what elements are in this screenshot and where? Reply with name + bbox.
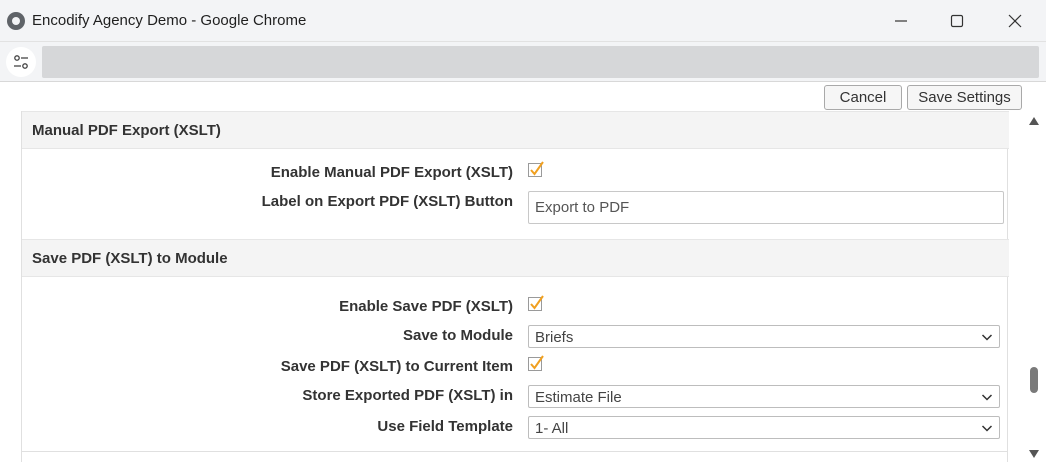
close-button[interactable] xyxy=(992,6,1038,36)
maximize-icon xyxy=(950,14,964,28)
chrome-icon xyxy=(7,12,25,30)
field-template-select[interactable]: 1- All xyxy=(528,416,1000,439)
chevron-down-icon xyxy=(981,334,993,341)
address-bar[interactable] xyxy=(42,46,1039,78)
chevron-down-icon xyxy=(981,394,993,401)
export-button-label-input[interactable] xyxy=(528,191,1004,224)
close-icon xyxy=(1008,14,1022,28)
scrollbar-track[interactable] xyxy=(1027,113,1041,462)
enable-manual-pdf-checkbox[interactable] xyxy=(528,161,544,177)
enable-save-pdf-label: Enable Save PDF (XSLT) xyxy=(339,298,513,315)
save-to-module-select[interactable]: Briefs xyxy=(528,325,1000,348)
select-value: Briefs xyxy=(535,329,574,346)
window-title: Encodify Agency Demo - Google Chrome xyxy=(32,12,307,29)
tune-icon xyxy=(14,55,28,69)
maximize-button[interactable] xyxy=(934,6,980,36)
minimize-icon xyxy=(895,20,907,22)
export-button-label-label: Label on Export PDF (XSLT) Button xyxy=(261,193,513,210)
enable-save-pdf-checkbox[interactable] xyxy=(528,295,544,311)
panel-divider xyxy=(21,451,1008,452)
site-settings-button[interactable] xyxy=(6,47,36,77)
minimize-button[interactable] xyxy=(878,6,924,36)
scrollbar-thumb[interactable] xyxy=(1030,367,1038,393)
section-title: Manual PDF Export (XSLT) xyxy=(32,122,221,139)
scroll-up-arrow-icon[interactable] xyxy=(1028,115,1040,127)
enable-manual-pdf-label: Enable Manual PDF Export (XSLT) xyxy=(270,164,513,181)
select-value: Estimate File xyxy=(535,389,622,406)
section-header-save-pdf: Save PDF (XSLT) to Module xyxy=(22,239,1009,277)
section-title: Save PDF (XSLT) to Module xyxy=(32,250,228,267)
store-exported-pdf-label: Store Exported PDF (XSLT) in xyxy=(302,387,513,404)
save-to-module-label: Save to Module xyxy=(402,327,513,344)
chevron-down-icon xyxy=(981,425,993,432)
address-row xyxy=(0,42,1046,82)
window-titlebar: Encodify Agency Demo - Google Chrome xyxy=(0,0,1046,42)
scroll-down-arrow-icon[interactable] xyxy=(1028,448,1040,460)
cancel-button[interactable]: Cancel xyxy=(824,85,902,110)
settings-content: Cancel Save Settings Manual PDF Export (… xyxy=(0,83,1046,462)
save-current-item-checkbox[interactable] xyxy=(528,355,544,371)
field-template-label: Use Field Template xyxy=(377,418,513,435)
select-value: 1- All xyxy=(535,420,569,437)
settings-panel: Manual PDF Export (XSLT) Enable Manual P… xyxy=(21,111,1009,462)
section-header-manual-pdf: Manual PDF Export (XSLT) xyxy=(22,111,1009,149)
store-exported-pdf-select[interactable]: Estimate File xyxy=(528,385,1000,408)
save-settings-button[interactable]: Save Settings xyxy=(907,85,1022,110)
save-current-item-label: Save PDF (XSLT) to Current Item xyxy=(280,358,513,375)
